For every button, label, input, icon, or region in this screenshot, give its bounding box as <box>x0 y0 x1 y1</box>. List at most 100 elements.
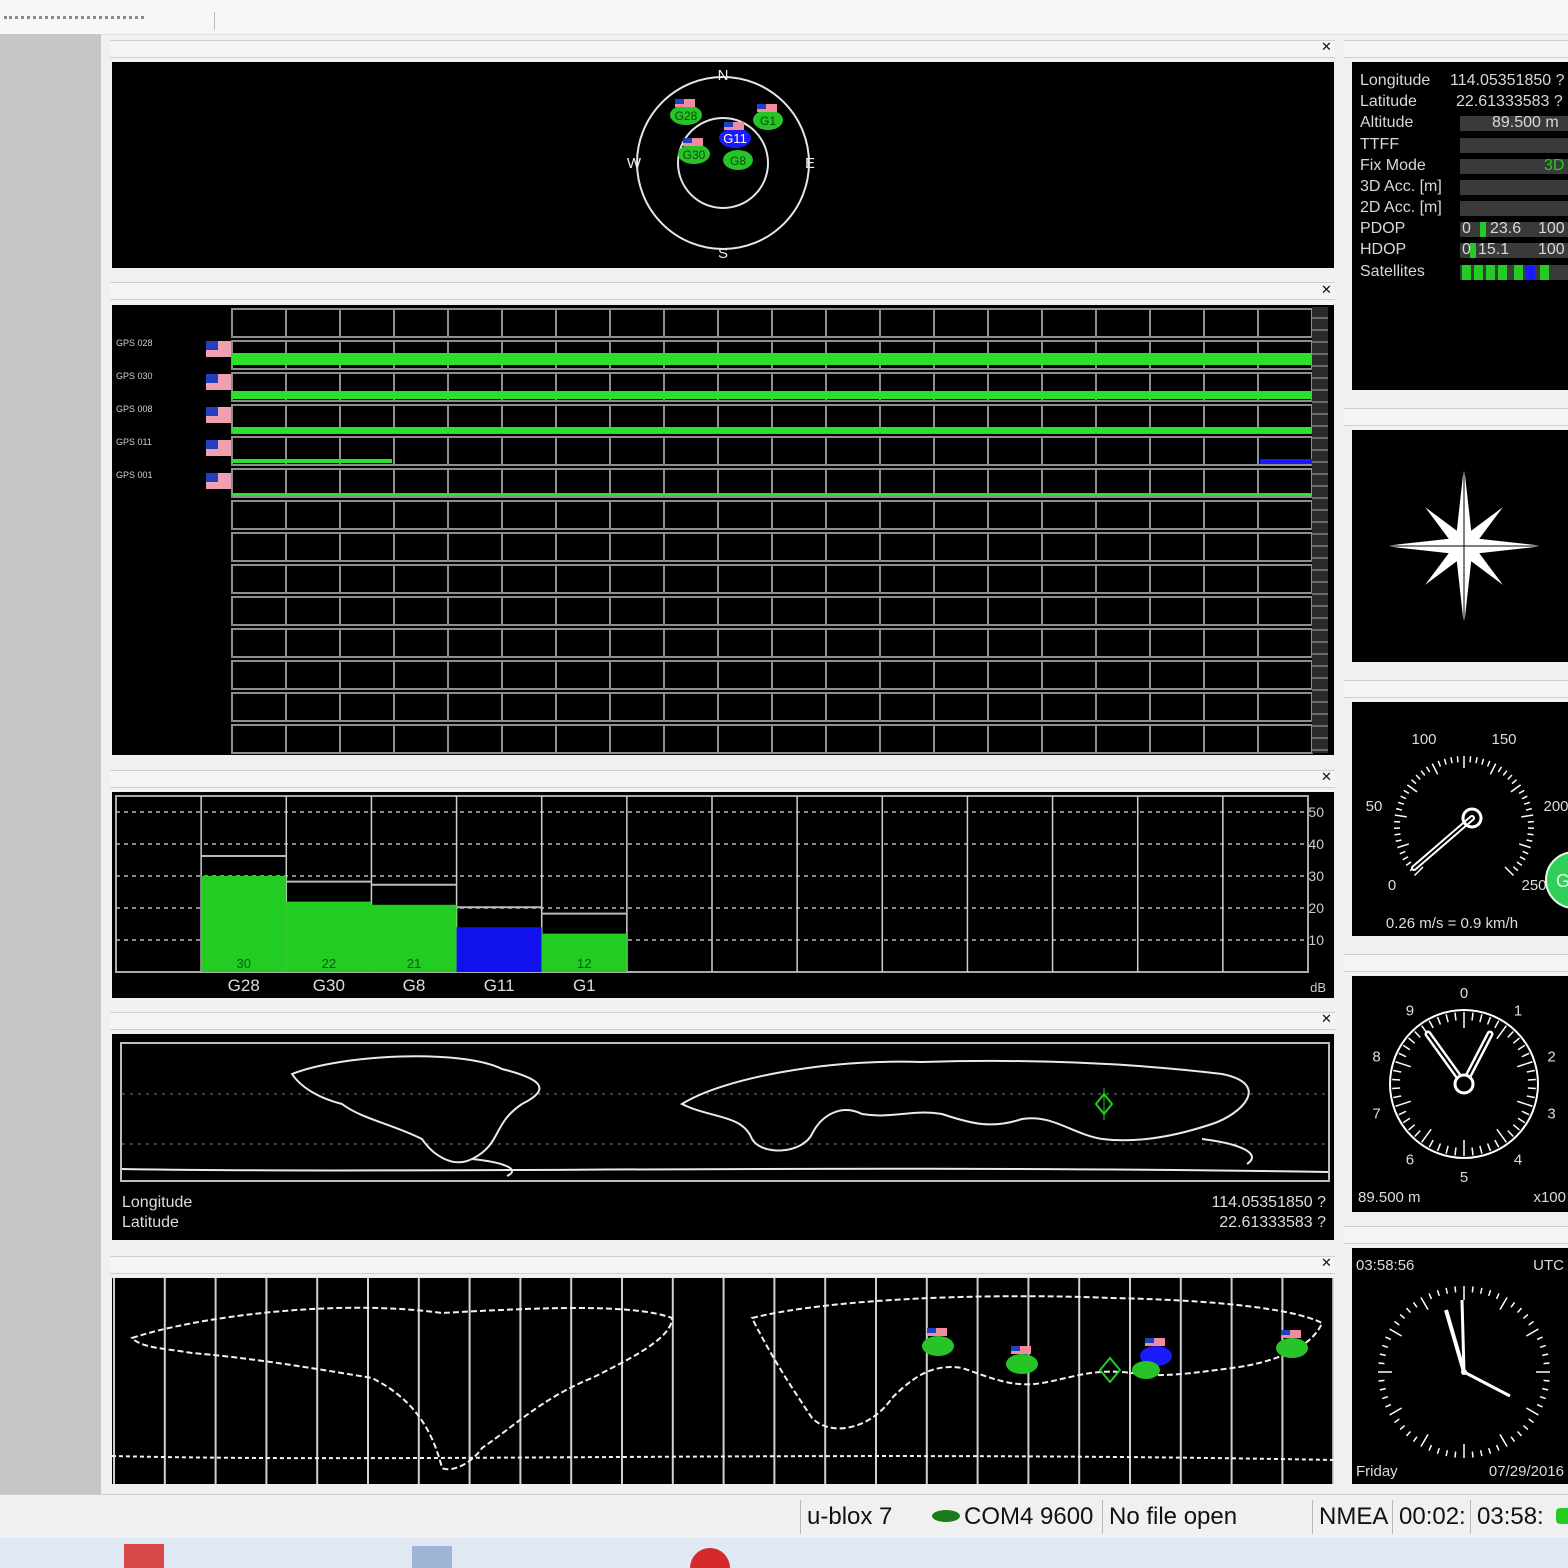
compass-east-label: E <box>805 155 815 172</box>
altimeter-tick-mark <box>1517 1117 1526 1124</box>
speed-tick-mark <box>1516 861 1523 866</box>
deviation-close-icon[interactable]: ✕ <box>1321 284 1332 297</box>
altimeter-tick-mark <box>1479 1145 1483 1154</box>
altimeter-tick-mark <box>1428 1020 1434 1029</box>
sat-marker-g1[interactable]: G1 <box>753 104 783 130</box>
deviation-titlebar <box>110 282 1335 300</box>
speed-tick-mark <box>1431 763 1439 775</box>
history-signal-bar <box>232 391 1312 399</box>
map-sat-g8[interactable] <box>1132 1361 1160 1379</box>
map-sat-g30[interactable] <box>1006 1346 1038 1374</box>
map-latitude-value: 22.61333583 ? <box>1219 1214 1326 1231</box>
nav-sat-indicator <box>1486 265 1495 280</box>
clock-titlebar <box>1344 1226 1568 1244</box>
sky-view-titlebar <box>110 40 1335 58</box>
svg-text:G11: G11 <box>723 131 747 146</box>
nav-ttff-field <box>1460 138 1568 153</box>
chart-category-label: G30 <box>313 976 345 995</box>
nav-titlebar <box>1344 40 1568 58</box>
status-elapsed: 00:02: <box>1392 1500 1471 1534</box>
speed-tick-mark <box>1502 770 1508 776</box>
speed-tick-mark <box>1410 779 1417 785</box>
altimeter-tick-mark <box>1486 1016 1492 1025</box>
clock-zone: UTC <box>1533 1257 1564 1274</box>
altimeter-tick-mark <box>1512 1037 1520 1044</box>
speed-tick-mark <box>1469 756 1472 763</box>
clock-tick-mark <box>1499 1433 1508 1447</box>
altimeter-tick-mark <box>1402 1117 1411 1124</box>
nav-3dacc-label: 3D Acc. [m] <box>1360 178 1442 195</box>
nav-pdop-max: 100 <box>1538 220 1565 237</box>
taskbar-item[interactable] <box>690 1548 730 1568</box>
taskbar-item[interactable] <box>124 1544 164 1568</box>
status-utc: 03:58: <box>1470 1500 1549 1534</box>
taskbar-item[interactable] <box>412 1546 452 1568</box>
signal-history-scrollbar[interactable] <box>1312 307 1328 753</box>
speed-tick-mark <box>1405 861 1412 866</box>
sat-map-close-icon[interactable]: ✕ <box>1321 1257 1332 1270</box>
world-map-close-icon[interactable]: ✕ <box>1321 1013 1332 1026</box>
nav-latitude-value: 22.61333583 ? <box>1456 93 1563 110</box>
clock-tick-mark <box>1420 1433 1429 1447</box>
speed-tick-mark <box>1395 839 1402 843</box>
clock-day: Friday <box>1356 1463 1398 1480</box>
sat-marker-g8[interactable]: G8 <box>723 150 753 170</box>
compass-north-label: N <box>718 67 729 84</box>
altimeter-tick-mark <box>1454 1012 1457 1021</box>
clock-tick-mark <box>1516 1430 1523 1437</box>
compass-titlebar <box>1344 408 1568 426</box>
clock-tick-mark <box>1428 1293 1433 1300</box>
signal-chart-close-icon[interactable]: ✕ <box>1321 771 1332 784</box>
clock-tick-mark <box>1542 1387 1549 1391</box>
nav-hdop-min: 0 <box>1462 241 1471 258</box>
altimeter-digit: 0 <box>1460 985 1468 1002</box>
clock-tick-mark <box>1378 1362 1385 1365</box>
current-position-marker <box>1094 1088 1114 1120</box>
chart-category-label: G11 <box>484 976 515 995</box>
clock-tick-mark <box>1471 1286 1474 1293</box>
speed-tick-mark <box>1415 774 1421 780</box>
nav-altitude-value: 89.500 m <box>1492 114 1559 131</box>
speed-tick-mark <box>1512 866 1519 872</box>
clock-tick-mark <box>1412 1436 1418 1443</box>
altimeter-tick-mark <box>1526 1095 1535 1099</box>
altimeter-tick-mark <box>1408 1124 1416 1131</box>
speed-tick-mark <box>1443 758 1447 765</box>
altimeter-tick-mark <box>1507 1130 1514 1137</box>
clock-tick-mark <box>1479 1287 1483 1294</box>
map-sat-g1[interactable] <box>1276 1330 1308 1358</box>
clock-tick-mark <box>1542 1353 1549 1357</box>
fix-status-badge-text: G <box>1556 871 1568 891</box>
altimeter-tick-mark <box>1471 1147 1474 1156</box>
chart-value-label: 12 <box>577 956 591 971</box>
status-protocol: NMEA <box>1312 1500 1393 1534</box>
clock-tick-mark <box>1543 1362 1550 1365</box>
history-signal-bar <box>232 353 1312 365</box>
clock-tick-mark <box>1479 1450 1483 1457</box>
clock-tick-mark <box>1428 1444 1433 1451</box>
nav-fixmode-label: Fix Mode <box>1360 157 1426 174</box>
altimeter-tick-mark <box>1521 1052 1530 1058</box>
sat-marker-g28[interactable]: G28 <box>670 99 702 125</box>
sky-view-close-icon[interactable]: ✕ <box>1321 41 1332 54</box>
chart-ytick-label: 20 <box>1308 900 1324 916</box>
speed-tick-mark <box>1400 795 1407 800</box>
speed-tick-mark <box>1399 850 1406 855</box>
chart-value-label: 30 <box>236 956 250 971</box>
speed-tick-mark <box>1394 814 1407 818</box>
map-latitude-label: Latitude <box>122 1214 179 1231</box>
clock-tick-mark <box>1454 1286 1457 1293</box>
sat-marker-g11[interactable]: G11 <box>719 122 751 148</box>
altimeter-tick-mark <box>1445 1145 1449 1154</box>
speed-tick-100: 100 <box>1411 731 1436 748</box>
altimeter-digit: 3 <box>1547 1105 1555 1122</box>
speed-tick-mark <box>1518 789 1525 795</box>
altimeter-tick-mark <box>1402 1044 1411 1051</box>
clock-tick-mark <box>1495 1293 1500 1300</box>
altimeter-tick-mark <box>1496 1128 1507 1143</box>
nav-pdop-min: 0 <box>1462 220 1471 237</box>
compass-rose-icon <box>1384 466 1544 626</box>
alt-titlebar <box>1344 954 1568 972</box>
world-map-outline <box>122 1055 1328 1177</box>
clock-tick-mark <box>1385 1403 1392 1408</box>
